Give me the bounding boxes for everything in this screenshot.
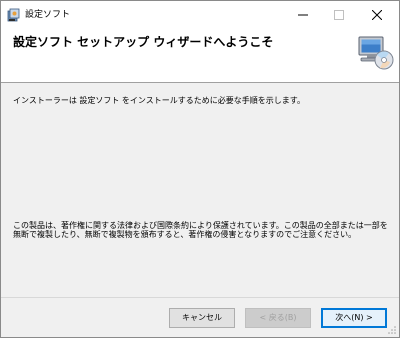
back-button[interactable]: < 戻る(B) [245,308,311,328]
installer-app-icon [7,8,21,22]
copyright-notice: この製品は、著作権に関する法律および国際条約により保護されています。この製品の全… [13,221,388,239]
resize-grip-icon[interactable] [387,325,397,335]
title-bar[interactable]: 設定ソフト [1,1,399,29]
next-button[interactable]: 次へ(N) > [321,308,387,328]
maximize-icon [334,10,344,20]
wizard-title: 設定ソフト セットアップ ウィザードへようこそ [13,35,274,49]
wizard-header: 設定ソフト セットアップ ウィザードへようこそ [1,29,399,83]
cancel-button[interactable]: キャンセル [169,308,235,328]
window-title: 設定ソフト [25,10,71,20]
close-button[interactable] [361,1,393,29]
minimize-button[interactable] [287,1,319,29]
setup-wizard-window: 設定ソフト 設定ソフト セットアップ ウィザードへようこそ インストーラーは 設… [0,0,400,338]
footer-divider [1,297,399,298]
intro-text: インストーラーは 設定ソフト をインストールするために必要な手順を示します。 [13,96,305,105]
minimize-icon [298,10,308,20]
computer-cd-icon [355,31,395,71]
close-icon [372,10,382,20]
maximize-button[interactable] [323,1,355,29]
wizard-body: インストーラーは 設定ソフト をインストールするために必要な手順を示します。 こ… [1,83,399,295]
